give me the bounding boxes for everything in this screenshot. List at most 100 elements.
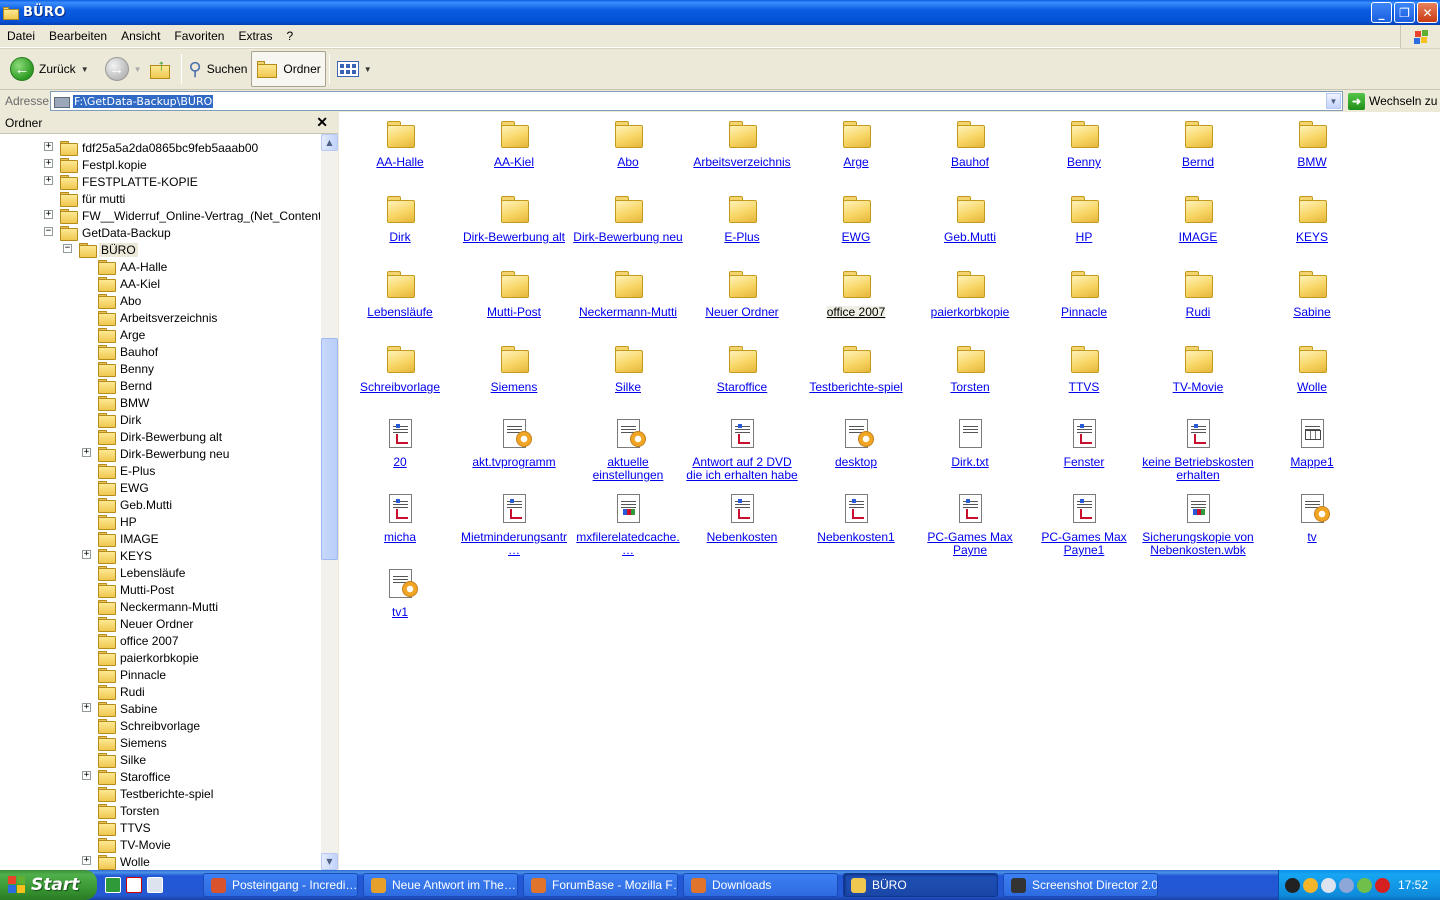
file-item[interactable]: Antwort auf 2 DVD die ich erhalten habe [685,418,799,482]
tree-item[interactable]: + KEYS [82,547,154,564]
tree-item[interactable]: Testberichte-spiel [98,785,215,802]
expand-icon[interactable]: + [82,771,91,780]
tree-item[interactable]: Bernd [98,377,154,394]
folder-item[interactable]: Dirk [343,193,457,244]
tree-item[interactable]: IMAGE [98,530,161,547]
tree-item[interactable]: TV-Movie [98,836,173,853]
go-button[interactable]: ➜ Wechseln zu [1348,91,1437,111]
folder-item[interactable]: EWG [799,193,913,244]
folder-item[interactable]: KEYS [1255,193,1369,244]
file-item[interactable]: micha [343,493,457,544]
expand-icon[interactable]: + [44,176,53,185]
taskbar-button[interactable]: Neue Antwort im The… [363,873,518,897]
file-item[interactable]: mxfilerelatedcache.… [571,493,685,557]
file-item[interactable]: PC-Games Max Payne1 [1027,493,1141,557]
folder-item[interactable]: Sabine [1255,268,1369,319]
collapse-icon[interactable]: − [44,227,53,236]
tree-item[interactable]: + FW__Widerruf_Online-Vertrag_(Net_Conten… [44,207,320,224]
tree-item[interactable]: HP [98,513,139,530]
app-icon[interactable] [105,877,121,893]
taskbar-button[interactable]: Downloads [683,873,838,897]
address-input[interactable]: F:\GetData-Backup\BÜRO ▼ [50,91,1343,111]
address-dropdown-button[interactable]: ▼ [1326,93,1341,109]
expand-icon[interactable]: + [44,142,53,151]
folder-item[interactable]: Siemens [457,343,571,394]
tree-scrollbar[interactable]: ▲ ▼ [321,134,338,870]
tree-item[interactable]: E-Plus [98,462,157,479]
tree-item[interactable]: + Wolle [82,853,152,870]
folder-item[interactable]: Dirk-Bewerbung alt [457,193,571,244]
folder-item[interactable]: AA-Kiel [457,118,571,169]
folder-item[interactable]: Staroffice [685,343,799,394]
folder-item[interactable]: Arge [799,118,913,169]
folder-item[interactable]: Arbeitsverzeichnis [685,118,799,169]
taskbar-button[interactable]: Screenshot Director 2.0 [1003,873,1158,897]
folder-item[interactable]: E-Plus [685,193,799,244]
folder-item[interactable]: Testberichte-spiel [799,343,913,394]
chevron-down-icon[interactable]: ▼ [134,65,142,74]
expand-icon[interactable]: + [44,159,53,168]
file-item[interactable]: 20 [343,418,457,469]
tree-item[interactable]: − GetData-Backup [44,224,173,241]
expand-icon[interactable]: + [44,210,53,219]
folder-item[interactable]: Abo [571,118,685,169]
tree-item[interactable]: Mutti-Post [98,581,176,598]
folder-item[interactable]: Bernd [1141,118,1255,169]
menu-datei[interactable]: Datei [0,25,42,48]
folder-item[interactable]: office 2007 [799,268,913,319]
expand-icon[interactable]: + [82,856,91,865]
file-item[interactable]: tv [1255,493,1369,544]
tree-item[interactable]: für mutti [60,190,127,207]
tree-item[interactable]: Dirk [98,411,143,428]
tree-item[interactable]: AA-Halle [98,258,169,275]
folder-item[interactable]: TTVS [1027,343,1141,394]
tree-item[interactable]: AA-Kiel [98,275,162,292]
browser-icon[interactable] [147,877,163,893]
tree-item[interactable]: paierkorbkopie [98,649,201,666]
tree-item[interactable]: + Sabine [82,700,159,717]
menu-ansicht[interactable]: Ansicht [114,25,167,48]
expand-icon[interactable]: + [82,703,91,712]
tree-item[interactable]: + Festpl.kopie [44,156,149,173]
file-item[interactable]: tv1 [343,568,457,619]
file-item[interactable]: Sicherungskopie von Nebenkosten.wbk [1141,493,1255,557]
tree-item[interactable]: Arge [98,326,147,343]
folder-item[interactable]: Bauhof [913,118,1027,169]
taskbar-button[interactable]: BÜRO [843,873,998,897]
minimize-button[interactable]: _ [1371,2,1392,23]
file-item[interactable]: Fenster [1027,418,1141,469]
tray-icon[interactable] [1303,877,1318,893]
tree-item[interactable]: Rudi [98,683,147,700]
tree-item[interactable]: + Dirk-Bewerbung neu [82,445,231,462]
up-folder-button[interactable]: ↑ [146,51,178,87]
tree-item[interactable]: Schreibvorlage [98,717,202,734]
tree-item[interactable]: BMW [98,394,151,411]
file-item[interactable]: Nebenkosten [685,493,799,544]
scroll-up-button[interactable]: ▲ [321,134,338,151]
tree-item[interactable]: Arbeitsverzeichnis [98,309,219,326]
tree-item[interactable]: TTVS [98,819,153,836]
folder-item[interactable]: Neuer Ordner [685,268,799,319]
views-button[interactable]: ▼ [333,51,376,87]
tree-item[interactable]: Silke [98,751,148,768]
tray-icon[interactable] [1357,877,1372,893]
scrollbar-thumb[interactable] [321,338,338,560]
tree-item[interactable]: + Staroffice [82,768,172,785]
folders-button[interactable]: Ordner [251,51,326,87]
tree-item[interactable]: Siemens [98,734,169,751]
expand-icon[interactable]: + [82,550,91,559]
file-item[interactable]: PC-Games Max Payne [913,493,1027,557]
tree-item[interactable]: − BÜRO [63,241,138,258]
chevron-down-icon[interactable]: ▼ [364,65,372,74]
start-button[interactable]: Start [0,870,97,900]
folder-item[interactable]: HP [1027,193,1141,244]
tree-item[interactable]: Abo [98,292,143,309]
tray-icon[interactable] [1321,877,1336,893]
chevron-down-icon[interactable]: ▼ [81,65,89,74]
folder-item[interactable]: Benny [1027,118,1141,169]
folder-item[interactable]: Geb.Mutti [913,193,1027,244]
folder-item[interactable]: Mutti-Post [457,268,571,319]
tree-item[interactable]: office 2007 [98,632,181,649]
file-item[interactable]: desktop [799,418,913,469]
tree-item[interactable]: Benny [98,360,156,377]
